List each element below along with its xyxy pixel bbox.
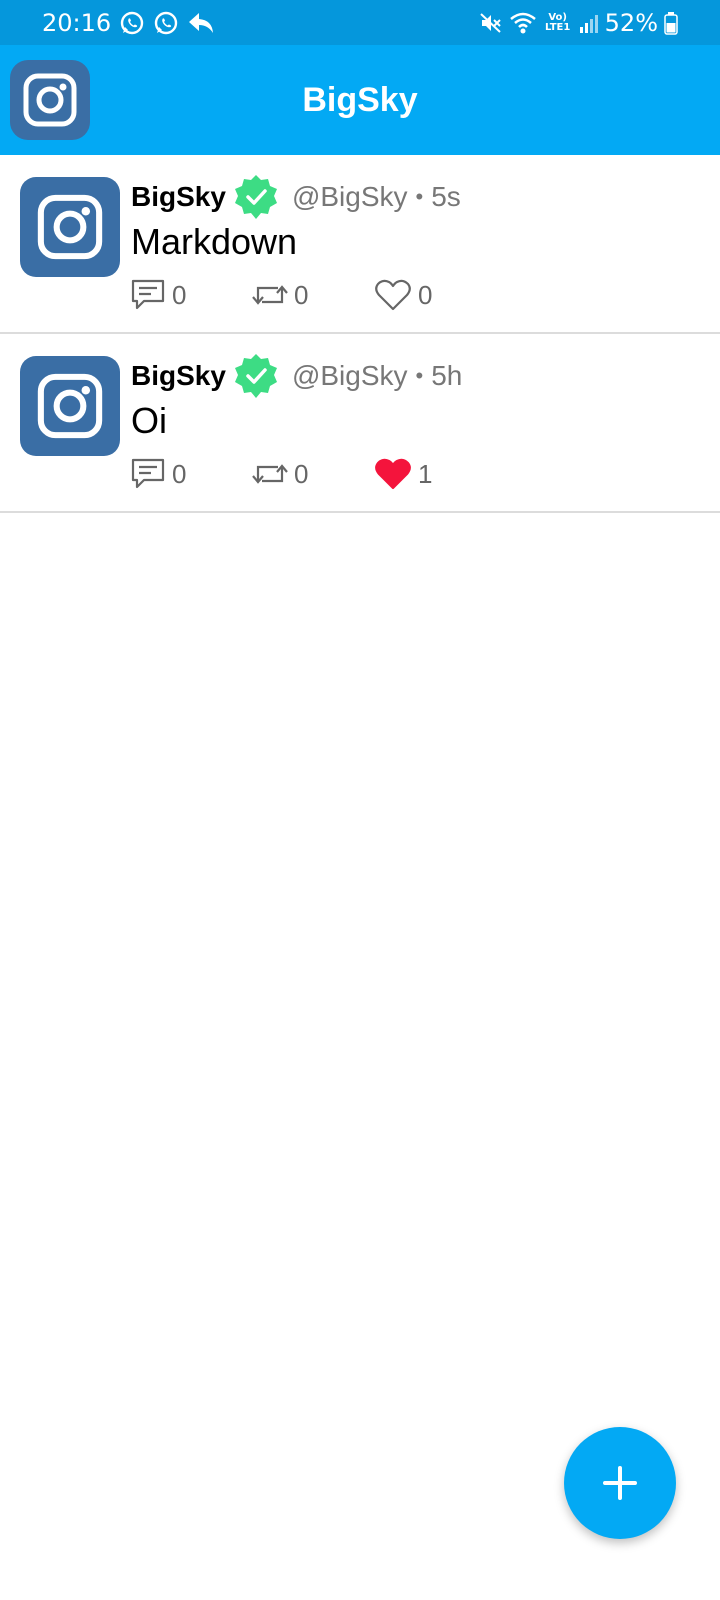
wifi-icon xyxy=(509,11,537,35)
repost-count: 0 xyxy=(294,458,309,489)
like-button[interactable]: 1 xyxy=(374,457,496,491)
post-handle: @BigSky xyxy=(291,360,408,391)
heart-outline-icon xyxy=(375,279,411,311)
like-count: 0 xyxy=(418,279,433,310)
post-header: BigSky @BigSky • 5h xyxy=(131,352,462,400)
battery-percentage: 52% xyxy=(604,8,658,37)
repost-icon xyxy=(252,464,288,484)
comment-icon xyxy=(131,279,165,310)
comment-button[interactable]: 0 xyxy=(130,457,252,491)
app-bar: BigSky xyxy=(0,45,720,155)
comment-button[interactable]: 0 xyxy=(130,278,252,312)
post-item[interactable]: BigSky @BigSky • 5s Markdown 0 0 0 xyxy=(0,155,720,334)
post-text: Oi xyxy=(131,400,167,441)
post-item[interactable]: BigSky @BigSky • 5h Oi 0 0 1 xyxy=(0,334,720,513)
status-bar: 20:16 Vo) LTE1 52% xyxy=(0,0,720,45)
reply-icon xyxy=(187,10,215,36)
verified-badge-icon xyxy=(232,352,280,400)
post-actions: 0 0 0 xyxy=(130,277,496,313)
repost-button[interactable]: 0 xyxy=(252,459,374,490)
comment-count: 0 xyxy=(172,458,187,489)
plus-icon xyxy=(603,1466,637,1500)
whatsapp-icon xyxy=(119,10,145,36)
volte-lte-icon: Vo) LTE1 xyxy=(543,11,573,33)
like-button[interactable]: 0 xyxy=(374,278,496,312)
post-author[interactable]: BigSky xyxy=(131,181,226,213)
comment-count: 0 xyxy=(172,279,187,310)
repost-icon xyxy=(252,285,288,305)
heart-filled-icon xyxy=(375,458,411,490)
post-header: BigSky @BigSky • 5s xyxy=(131,173,461,221)
whatsapp-icon xyxy=(153,10,179,36)
avatar[interactable] xyxy=(20,356,120,456)
post-author[interactable]: BigSky xyxy=(131,360,226,392)
separator-dot: • xyxy=(415,184,424,209)
mute-icon xyxy=(479,11,503,35)
post-time: 5h xyxy=(431,360,463,391)
compose-fab-button[interactable] xyxy=(564,1427,676,1539)
repost-count: 0 xyxy=(294,279,309,310)
feed: BigSky @BigSky • 5s Markdown 0 0 0 BigSk… xyxy=(0,155,720,513)
status-time: 20:16 xyxy=(42,8,112,37)
comment-icon xyxy=(131,458,165,489)
network-label: Vo) LTE1 xyxy=(544,11,571,33)
battery-icon xyxy=(664,11,678,35)
post-handle: @BigSky xyxy=(291,181,408,212)
signal-icon xyxy=(579,12,599,34)
app-title: BigSky xyxy=(302,80,418,119)
repost-button[interactable]: 0 xyxy=(252,280,374,311)
separator-dot: • xyxy=(415,363,424,388)
instagram-logo-icon[interactable] xyxy=(10,60,90,140)
post-text: Markdown xyxy=(131,221,298,262)
like-count: 1 xyxy=(418,458,433,489)
post-actions: 0 0 1 xyxy=(130,456,496,492)
avatar[interactable] xyxy=(20,177,120,277)
verified-badge-icon xyxy=(232,173,280,221)
post-time: 5s xyxy=(431,181,461,212)
